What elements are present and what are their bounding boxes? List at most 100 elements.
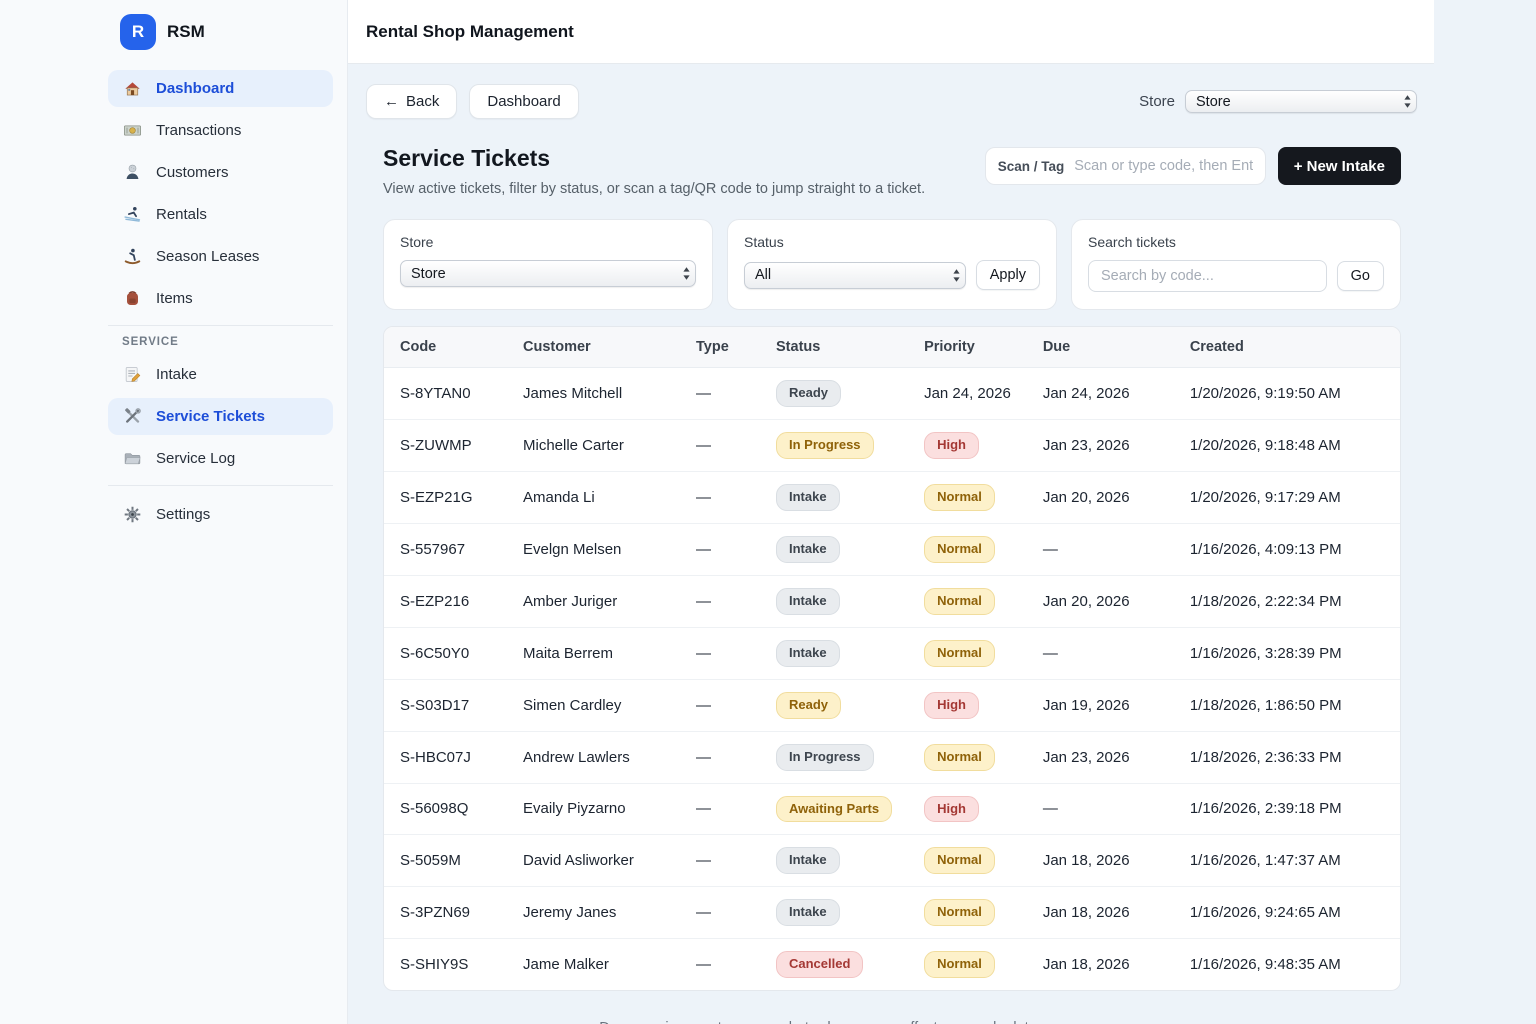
table-row[interactable]: S-6C50Y0 Maita Berrem — Intake Normal — … [384, 627, 1400, 679]
status-badge: Ready [776, 380, 841, 407]
ticket-created: 1/18/2026, 1:86:50 PM [1174, 679, 1400, 731]
scan-input[interactable] [1074, 158, 1252, 174]
ticket-code: S-56098Q [384, 783, 507, 835]
priority-badge: Jan 24, 2026 [924, 385, 1011, 402]
store-filter-card: Store Store [383, 219, 713, 310]
ticket-code: S-5059M [384, 835, 507, 887]
ticket-customer: Andrew Lawlers [507, 731, 680, 783]
ticket-type: — [680, 731, 760, 783]
go-button[interactable]: Go [1337, 261, 1384, 291]
customer-icon [122, 163, 142, 183]
sidebar-item-service-tickets[interactable]: Service Tickets [108, 398, 333, 435]
skier-icon [122, 205, 142, 225]
search-input[interactable] [1088, 260, 1327, 292]
store-top-label: Store [1139, 93, 1175, 110]
sidebar-item-customers[interactable]: Customers [108, 154, 333, 191]
status-badge: Intake [776, 588, 840, 615]
sidebar-section-service-label: SERVICE [122, 336, 319, 348]
table-row[interactable]: S-SHIY9S Jame Malker — Cancelled Normal … [384, 939, 1400, 990]
priority-badge: Normal [924, 484, 995, 511]
page-title: Service Tickets [383, 145, 925, 172]
dashboard-button[interactable]: Dashboard [469, 84, 578, 119]
ticket-due: Jan 18, 2026 [1027, 887, 1174, 939]
sidebar-divider [108, 485, 333, 486]
ticket-created: 1/18/2026, 2:22:34 PM [1174, 575, 1400, 627]
column-header-due: Due [1027, 327, 1174, 368]
back-button[interactable]: ←Back [366, 84, 457, 119]
memo-icon [122, 365, 142, 385]
sidebar-nav-bottom: Settings [108, 496, 333, 533]
sidebar-item-season-leases[interactable]: Season Leases [108, 238, 333, 275]
table-row[interactable]: S-557967 Evelgn Melsen — Intake Normal —… [384, 523, 1400, 575]
heading-actions: Scan / Tag + New Intake [985, 147, 1401, 185]
table-row[interactable]: S-EZP216 Amber Juriger — Intake Normal J… [384, 575, 1400, 627]
sidebar-item-label: Service Log [156, 450, 235, 467]
folder-icon [122, 449, 142, 469]
ticket-customer: Evaily Piyzarno [507, 783, 680, 835]
sidebar-item-label: Settings [156, 506, 210, 523]
ticket-created: 1/18/2026, 2:36:33 PM [1174, 731, 1400, 783]
store-filter-select[interactable]: Store [400, 260, 696, 287]
column-header-priority: Priority [908, 327, 1027, 368]
ticket-type: — [680, 783, 760, 835]
ticket-due: Jan 24, 2026 [1027, 368, 1174, 420]
ticket-type: — [680, 523, 760, 575]
scan-box: Scan / Tag [985, 147, 1266, 185]
ticket-customer: Amanda Li [507, 471, 680, 523]
new-intake-button[interactable]: + New Intake [1278, 147, 1401, 185]
status-badge: Awaiting Parts [776, 796, 892, 823]
ticket-due: Jan 23, 2026 [1027, 419, 1174, 471]
ticket-due: Jan 23, 2026 [1027, 731, 1174, 783]
status-filter-select[interactable]: All [744, 262, 966, 289]
apply-button[interactable]: Apply [976, 260, 1040, 290]
column-header-status: Status [760, 327, 908, 368]
ticket-customer: Simen Cardley [507, 679, 680, 731]
ticket-type: — [680, 627, 760, 679]
sidebar-item-items[interactable]: Items [108, 280, 333, 317]
sidebar-item-transactions[interactable]: Transactions [108, 112, 333, 149]
ticket-type: — [680, 419, 760, 471]
table-row[interactable]: S-EZP21G Amanda Li — Intake Normal Jan 2… [384, 471, 1400, 523]
sidebar-item-label: Service Tickets [156, 408, 265, 425]
sidebar-item-label: Intake [156, 366, 197, 383]
back-arrow-icon: ← [384, 93, 399, 110]
ticket-due: Jan 20, 2026 [1027, 575, 1174, 627]
table-row[interactable]: S-S03D17 Simen Cardley — Ready High Jan … [384, 679, 1400, 731]
sidebar-nav-service: Intake Service Tickets Service Log [108, 356, 333, 477]
priority-badge: Normal [924, 536, 995, 563]
ticket-type: — [680, 835, 760, 887]
sidebar-item-intake[interactable]: Intake [108, 356, 333, 393]
search-filter-card: Search tickets Go [1071, 219, 1401, 310]
table-row[interactable]: S-3PZN69 Jeremy Janes — Intake Normal Ja… [384, 887, 1400, 939]
ticket-code: S-EZP21G [384, 471, 507, 523]
sidebar-item-service-log[interactable]: Service Log [108, 440, 333, 477]
ticket-created: 1/16/2026, 2:39:18 PM [1174, 783, 1400, 835]
priority-badge: High [924, 432, 979, 459]
table-row[interactable]: S-ZUWMP Michelle Carter — In Progress Hi… [384, 419, 1400, 471]
store-filter-select-value: Store [411, 266, 446, 282]
sidebar-item-rentals[interactable]: Rentals [108, 196, 333, 233]
sidebar-item-label: Customers [156, 164, 229, 181]
column-header-type: Type [680, 327, 760, 368]
sidebar-item-label: Transactions [156, 122, 241, 139]
column-header-customer: Customer [507, 327, 680, 368]
sidebar-item-label: Items [156, 290, 193, 307]
ticket-type: — [680, 471, 760, 523]
demo-footnote: Demo environment – screenshots shown may… [311, 1020, 1329, 1024]
status-badge: Intake [776, 484, 840, 511]
sidebar-item-dashboard[interactable]: Dashboard [108, 70, 333, 107]
ticket-customer: James Mitchell [507, 368, 680, 420]
sidebar-item-settings[interactable]: Settings [108, 496, 333, 533]
sidebar-item-label: Rentals [156, 206, 207, 223]
table-row[interactable]: S-8YTAN0 James Mitchell — Ready Jan 24, … [384, 368, 1400, 420]
store-top-select[interactable]: Store [1185, 90, 1417, 113]
ticket-customer: Jeremy Janes [507, 887, 680, 939]
ticket-created: 1/16/2026, 9:48:35 AM [1174, 939, 1400, 990]
main-area: Rental Shop Management ←Back Dashboard S… [348, 0, 1536, 1024]
table-row[interactable]: S-5059M David Asliworker — Intake Normal… [384, 835, 1400, 887]
ticket-type: — [680, 679, 760, 731]
table-row[interactable]: S-56098Q Evaily Piyzarno — Awaiting Part… [384, 783, 1400, 835]
table-row[interactable]: S-HBC07J Andrew Lawlers — In Progress No… [384, 731, 1400, 783]
ticket-created: 1/20/2026, 9:18:48 AM [1174, 419, 1400, 471]
ticket-type: — [680, 575, 760, 627]
